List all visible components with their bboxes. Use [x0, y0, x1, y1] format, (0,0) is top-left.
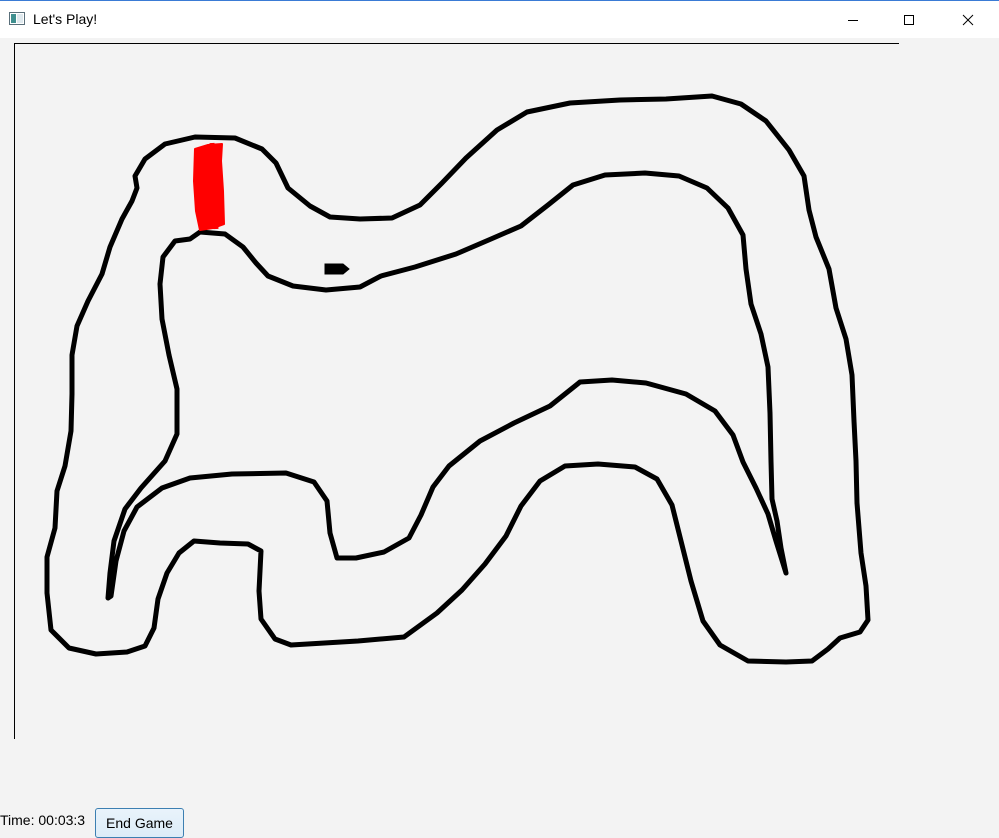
game-timer: Time: 00:03:3 [0, 812, 86, 828]
player-car-icon [324, 263, 350, 275]
game-window: Let's Play! Time: 00:03:3 End Game [0, 0, 999, 838]
track-outer-boundary [44, 93, 871, 665]
end-game-button[interactable]: End Game [95, 808, 184, 838]
track-inner-boundary [105, 170, 789, 601]
race-track-canvas[interactable] [0, 1, 999, 838]
finish-line [193, 143, 225, 231]
